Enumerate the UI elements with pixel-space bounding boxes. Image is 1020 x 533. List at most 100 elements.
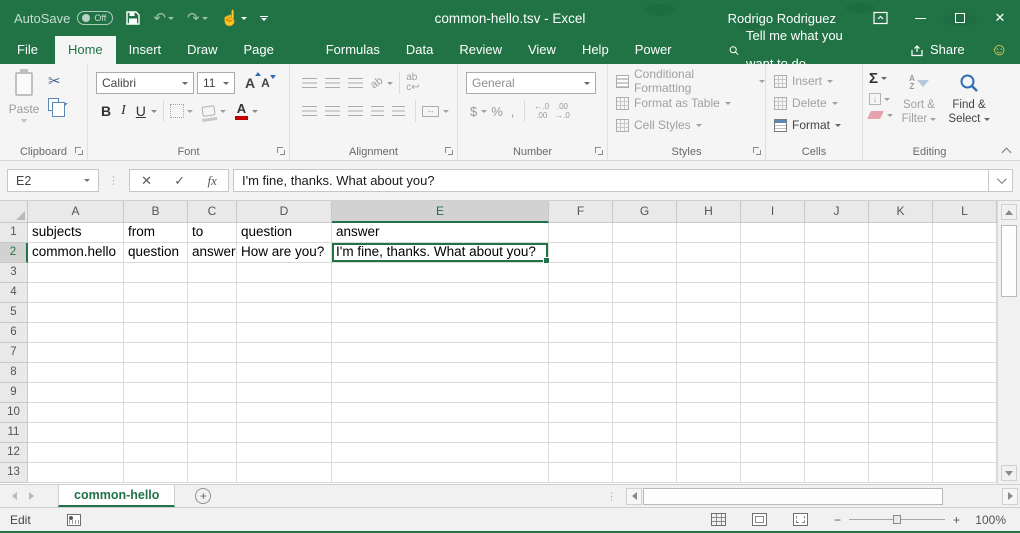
cell-D12[interactable]: [237, 443, 332, 463]
cell-K13[interactable]: [869, 463, 933, 483]
row-header-6[interactable]: 6: [0, 323, 28, 343]
column-header-F[interactable]: F: [549, 201, 613, 223]
cell-L4[interactable]: [933, 283, 997, 303]
cell-I7[interactable]: [741, 343, 805, 363]
column-header-E[interactable]: E: [332, 201, 549, 223]
cell-K10[interactable]: [869, 403, 933, 423]
row-header-13[interactable]: 13: [0, 463, 28, 483]
cell-E2[interactable]: I'm fine, thanks. What about you?: [332, 243, 549, 263]
cell-I5[interactable]: [741, 303, 805, 323]
cell-K2[interactable]: [869, 243, 933, 263]
cell-C4[interactable]: [188, 283, 237, 303]
cell-D2[interactable]: How are you?: [237, 243, 332, 263]
cell-G7[interactable]: [613, 343, 677, 363]
cell-styles-button[interactable]: Cell Styles: [608, 114, 765, 136]
cell-C10[interactable]: [188, 403, 237, 423]
cell-I1[interactable]: [741, 223, 805, 243]
cell-A6[interactable]: [28, 323, 124, 343]
increase-decimal-button[interactable]: ←.0 .00: [531, 102, 552, 120]
cell-A2[interactable]: common.hello: [28, 243, 124, 263]
cell-B4[interactable]: [124, 283, 188, 303]
cell-C9[interactable]: [188, 383, 237, 403]
cell-E4[interactable]: [332, 283, 549, 303]
cell-F5[interactable]: [549, 303, 613, 323]
sort-filter-button[interactable]: A Z Sort & Filter: [895, 68, 943, 150]
clear-button[interactable]: [869, 111, 893, 119]
cell-B5[interactable]: [124, 303, 188, 323]
cell-H5[interactable]: [677, 303, 741, 323]
cell-H2[interactable]: [677, 243, 741, 263]
cell-I10[interactable]: [741, 403, 805, 423]
new-sheet-button[interactable]: +: [195, 488, 211, 504]
cell-G3[interactable]: [613, 263, 677, 283]
align-right-button[interactable]: [348, 106, 363, 116]
normal-view-button[interactable]: [711, 513, 726, 526]
zoom-slider-thumb[interactable]: [893, 515, 901, 524]
cell-D13[interactable]: [237, 463, 332, 483]
cell-F4[interactable]: [549, 283, 613, 303]
column-header-D[interactable]: D: [237, 201, 332, 223]
cell-F10[interactable]: [549, 403, 613, 423]
touch-mouse-mode-button[interactable]: ☝: [221, 11, 248, 26]
share-button[interactable]: Share: [910, 36, 965, 64]
cell-F6[interactable]: [549, 323, 613, 343]
tab-help[interactable]: Help: [569, 36, 622, 64]
select-all-button[interactable]: [0, 201, 28, 223]
scroll-right-button[interactable]: [1002, 488, 1018, 505]
cell-H3[interactable]: [677, 263, 741, 283]
number-dialog-launcher[interactable]: [595, 147, 603, 155]
zoom-slider[interactable]: [849, 519, 945, 520]
formula-input[interactable]: I'm fine, thanks. What about you?: [233, 169, 989, 192]
cell-H4[interactable]: [677, 283, 741, 303]
copy-button[interactable]: [48, 98, 68, 111]
cell-K1[interactable]: [869, 223, 933, 243]
underline-button[interactable]: U: [131, 103, 151, 119]
decrease-decimal-button[interactable]: .00 →.0: [552, 102, 573, 120]
cell-D10[interactable]: [237, 403, 332, 423]
cell-D1[interactable]: question: [237, 223, 332, 243]
comma-button[interactable]: ,: [507, 104, 519, 119]
cell-H8[interactable]: [677, 363, 741, 383]
styles-dialog-launcher[interactable]: [753, 147, 761, 155]
row-header-3[interactable]: 3: [0, 263, 28, 283]
cell-B8[interactable]: [124, 363, 188, 383]
borders-button[interactable]: [170, 104, 184, 118]
cell-G1[interactable]: [613, 223, 677, 243]
maximize-button[interactable]: [940, 0, 980, 36]
cell-F12[interactable]: [549, 443, 613, 463]
undo-button[interactable]: ↶: [153, 11, 174, 26]
tab-view[interactable]: View: [515, 36, 569, 64]
cell-J8[interactable]: [805, 363, 869, 383]
alignment-dialog-launcher[interactable]: [445, 147, 453, 155]
cell-E1[interactable]: answer: [332, 223, 549, 243]
cell-B9[interactable]: [124, 383, 188, 403]
cell-K9[interactable]: [869, 383, 933, 403]
column-header-G[interactable]: G: [613, 201, 677, 223]
cell-C13[interactable]: [188, 463, 237, 483]
cell-H12[interactable]: [677, 443, 741, 463]
cell-K6[interactable]: [869, 323, 933, 343]
column-header-L[interactable]: L: [933, 201, 997, 223]
cell-B2[interactable]: question: [124, 243, 188, 263]
cell-A9[interactable]: [28, 383, 124, 403]
scroll-up-button[interactable]: [1001, 204, 1017, 220]
horizontal-scroll-thumb[interactable]: [643, 488, 943, 505]
decrease-indent-button[interactable]: [371, 106, 384, 116]
autosave-switch[interactable]: Off: [77, 11, 113, 25]
cell-D5[interactable]: [237, 303, 332, 323]
tab-draw[interactable]: Draw: [174, 36, 230, 64]
tab-power-pivot[interactable]: Power Pivot: [622, 36, 701, 64]
enter-button[interactable]: ✓: [174, 173, 185, 189]
align-top-button[interactable]: [302, 78, 317, 88]
user-name[interactable]: Rodrigo Rodriguez: [728, 11, 836, 26]
cell-L3[interactable]: [933, 263, 997, 283]
cell-J13[interactable]: [805, 463, 869, 483]
cell-I11[interactable]: [741, 423, 805, 443]
cell-G2[interactable]: [613, 243, 677, 263]
cut-button[interactable]: ✂: [48, 72, 68, 90]
cell-H10[interactable]: [677, 403, 741, 423]
minimize-button[interactable]: [900, 0, 940, 36]
ribbon-display-options-button[interactable]: [860, 0, 900, 36]
delete-cells-button[interactable]: Delete: [766, 92, 862, 114]
formula-bar-separator-dots[interactable]: ⋮: [108, 174, 120, 187]
